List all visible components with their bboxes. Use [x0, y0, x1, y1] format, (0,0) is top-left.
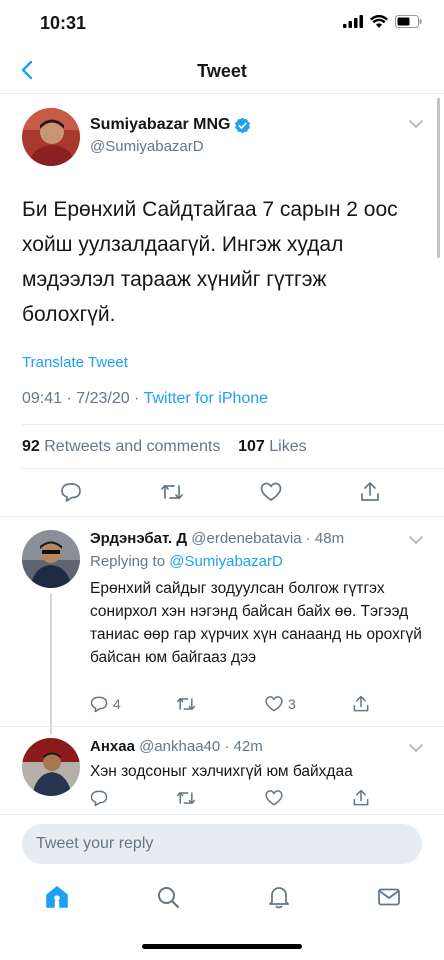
- retweet-button[interactable]: [159, 480, 185, 504]
- status-bar: 10:31: [0, 0, 444, 48]
- chevron-down-icon[interactable]: [408, 740, 424, 756]
- status-icons: [343, 15, 422, 28]
- reply-icon: [90, 696, 108, 713]
- retweets-count[interactable]: 92: [22, 438, 40, 455]
- heart-icon: [265, 696, 283, 712]
- bell-icon[interactable]: [266, 884, 292, 910]
- replying-prefix: Replying to: [90, 553, 170, 570]
- scrollbar[interactable]: [437, 98, 440, 258]
- reply-compose-input[interactable]: Tweet your reply: [22, 824, 422, 864]
- home-icon[interactable]: [44, 884, 70, 910]
- page-title: Tweet: [197, 61, 247, 81]
- translate-tweet-link[interactable]: Translate Tweet: [22, 354, 128, 371]
- divider: [0, 814, 444, 815]
- share-button[interactable]: [351, 694, 371, 714]
- replying-to-link[interactable]: @SumiyabazarD: [169, 553, 283, 570]
- like-button[interactable]: 3: [264, 694, 296, 714]
- tweet-timestamp: 09:41 · 7/23/20 ·: [22, 390, 144, 407]
- reply-author-handle[interactable]: @ankhaa40 · 42m: [139, 738, 263, 755]
- chevron-down-icon[interactable]: [408, 532, 424, 548]
- retweet-button[interactable]: [175, 788, 197, 808]
- reply-author-name[interactable]: Анхаа: [90, 738, 135, 755]
- reply-text: Ерөнхий сайдыг зодуулсан болгож гүтгэх с…: [90, 580, 422, 666]
- verified-badge-icon: [235, 117, 251, 133]
- wifi-icon: [370, 15, 388, 28]
- avatar[interactable]: [22, 108, 80, 166]
- tweet-source-link[interactable]: Twitter for iPhone: [144, 390, 269, 407]
- author-handle[interactable]: @SumiyabazarD: [90, 138, 204, 155]
- reply-text: Хэн зодсоныг хэлчихгүй юм байхдаа: [90, 763, 353, 780]
- reply-author-name[interactable]: Эрдэнэбат. Д: [90, 530, 187, 547]
- share-icon: [353, 695, 369, 712]
- nav-bar: Tweet: [0, 48, 444, 94]
- reply-author-handle[interactable]: @erdenebatavia · 48m: [191, 530, 344, 547]
- heart-icon: [265, 790, 283, 806]
- reply-icon: [61, 483, 81, 502]
- reply-button[interactable]: [59, 480, 83, 504]
- compose-placeholder: Tweet your reply: [36, 835, 154, 852]
- divider: [22, 424, 444, 425]
- reply-icon: [90, 790, 108, 807]
- like-count: 3: [288, 696, 296, 712]
- reply-button[interactable]: 4: [89, 694, 121, 714]
- reply-button[interactable]: [89, 788, 109, 808]
- reply-actions: 4 3: [0, 694, 444, 724]
- likes-label[interactable]: Likes: [269, 438, 306, 455]
- tab-bar: [0, 876, 444, 920]
- share-button[interactable]: [358, 480, 382, 504]
- retweets-label[interactable]: Retweets and comments: [44, 438, 220, 455]
- home-indicator: [142, 944, 302, 949]
- like-button[interactable]: [259, 480, 283, 504]
- tweet-meta: 09:41 · 7/23/20 · Twitter for iPhone: [22, 390, 268, 408]
- likes-count[interactable]: 107: [238, 438, 265, 455]
- chevron-down-icon[interactable]: [408, 116, 424, 132]
- divider: [0, 726, 444, 727]
- mail-icon[interactable]: [376, 884, 402, 910]
- share-icon: [361, 482, 379, 501]
- tweet-text: Би Ерөнхий Сайдтайгаа 7 сарын 2 оос хойш…: [22, 198, 398, 326]
- status-time: 10:31: [40, 13, 87, 33]
- share-icon: [353, 789, 369, 806]
- retweet-icon: [176, 791, 196, 805]
- retweet-icon: [161, 484, 183, 500]
- tweet-actions: [0, 480, 444, 510]
- retweet-icon: [176, 697, 196, 711]
- retweet-button[interactable]: [175, 694, 197, 714]
- like-button[interactable]: [264, 788, 284, 808]
- share-button[interactable]: [351, 788, 371, 808]
- search-icon[interactable]: [155, 884, 181, 910]
- divider: [0, 516, 444, 517]
- replying-to: Replying to @SumiyabazarD: [90, 553, 283, 570]
- reply-header: Эрдэнэбат. Д @erdenebatavia · 48m: [90, 530, 344, 547]
- heart-icon: [260, 482, 282, 501]
- battery-icon: [395, 15, 422, 28]
- divider: [22, 468, 444, 469]
- tweet-stats: 92 Retweets and comments 107 Likes: [22, 438, 307, 456]
- reply-count: 4: [113, 696, 121, 712]
- cellular-signal-icon: [343, 15, 363, 28]
- author-name[interactable]: Sumiyabazar MNG: [90, 116, 251, 134]
- reply-header: Анхаа @ankhaa40 · 42m: [90, 738, 263, 755]
- author-name-label: Sumiyabazar MNG: [90, 116, 231, 133]
- avatar[interactable]: [22, 530, 80, 588]
